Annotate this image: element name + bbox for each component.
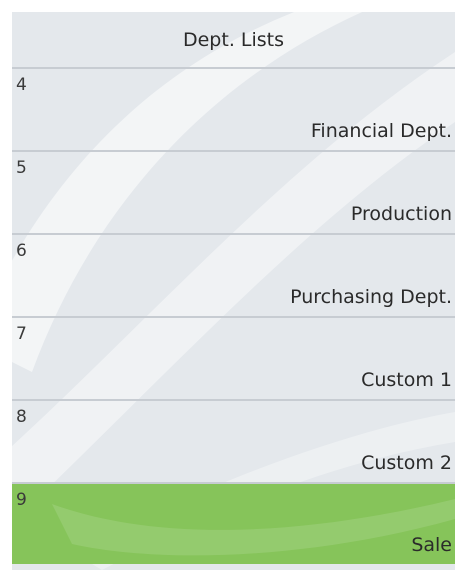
screen: Dept. Lists 4 Financial Dept. 5 Producti… — [0, 0, 455, 570]
list-item-sale-selected[interactable]: 9 Sale — [12, 484, 455, 564]
list-item-production[interactable]: 5 Production — [12, 152, 455, 235]
list-item-custom-1[interactable]: 7 Custom 1 — [12, 318, 455, 401]
dept-number: 7 — [16, 324, 27, 344]
dept-name: Purchasing Dept. — [290, 286, 452, 308]
page-title: Dept. Lists — [182, 28, 285, 51]
list-item-custom-2[interactable]: 8 Custom 2 — [12, 401, 455, 484]
list-item-purchasing-dept[interactable]: 6 Purchasing Dept. — [12, 235, 455, 318]
department-list: 4 Financial Dept. 5 Production 6 Purchas… — [12, 67, 455, 564]
dept-number: 6 — [16, 241, 27, 261]
dept-name: Custom 2 — [361, 452, 452, 474]
dept-number: 4 — [16, 75, 27, 95]
dept-name: Custom 1 — [361, 369, 452, 391]
dept-name: Production — [350, 203, 452, 225]
list-item-financial-dept[interactable]: 4 Financial Dept. — [12, 69, 455, 152]
selected-swoosh — [52, 499, 455, 556]
dept-number: 5 — [16, 158, 27, 178]
dept-name: Financial Dept. — [310, 120, 452, 142]
dept-name: Sale — [411, 534, 452, 556]
dept-number: 9 — [16, 490, 27, 510]
dept-number: 8 — [16, 407, 27, 427]
dept-list-panel: Dept. Lists 4 Financial Dept. 5 Producti… — [12, 12, 455, 570]
